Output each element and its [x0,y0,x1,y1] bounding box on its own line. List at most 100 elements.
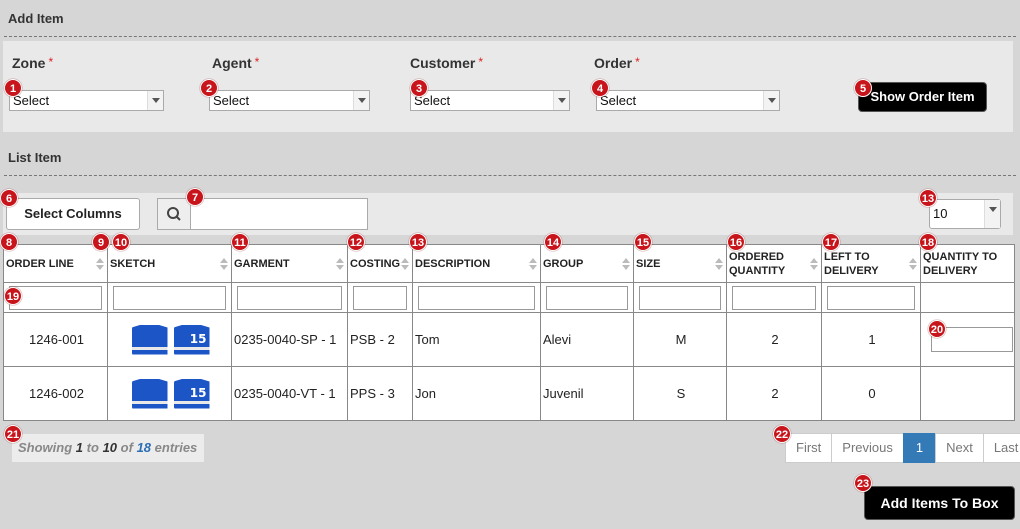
sort-icon [96,258,104,270]
column-header-garment[interactable]: GARMENT [231,244,348,283]
pager-page-1[interactable]: 1 [902,433,937,463]
filter-description-input[interactable] [418,285,535,310]
chevron-down-icon [147,91,163,110]
order-label: Order * [594,55,640,71]
shirt-back-icon: 15 [173,378,210,409]
filter-size-input[interactable] [639,285,721,310]
annotation-badge: 8 [0,233,18,251]
annotation-badge: 14 [544,233,562,251]
annotation-badge: 1 [4,79,22,97]
cell-ordered-quantity: 2 [726,366,822,421]
annotation-badge: 12 [347,233,365,251]
cell-quantity-to-delivery [920,366,1015,421]
show-order-item-button[interactable]: Show Order Item [858,82,987,112]
filter-order-line-input[interactable] [9,285,102,310]
table-row: 1246-002 15 0235-0040-VT - 1 PPS - 3 Jon… [3,366,1015,421]
column-header-description[interactable]: DESCRIPTION [412,244,541,283]
filter-row [3,282,1015,313]
annotation-badge: 19 [4,287,22,305]
cell-ordered-quantity: 2 [726,312,822,367]
list-item-title: List Item [8,150,62,165]
column-header-size[interactable]: SIZE [633,244,727,283]
items-table: ORDER LINE SKETCH GARMENT COSTING DESCRI… [3,244,1015,421]
cell-order-line: 1246-001 [3,312,108,367]
annotation-badge: 5 [854,79,872,97]
annotation-badge: 10 [112,233,130,251]
table-header-row: ORDER LINE SKETCH GARMENT COSTING DESCRI… [3,244,1015,283]
column-header-order-line[interactable]: ORDER LINE [3,244,108,283]
sort-icon [401,258,409,270]
customer-select[interactable]: Select [410,90,570,111]
sort-icon [529,258,537,270]
sketch-image: 15 [110,320,231,360]
annotation-badge: 18 [919,233,937,251]
pager-previous[interactable]: Previous [831,433,904,463]
cell-description: Tom [412,312,541,367]
cell-left-to-delivery: 1 [821,312,921,367]
annotation-badge: 3 [410,79,428,97]
customer-label: Customer * [410,55,484,71]
cell-description: Jon [412,366,541,421]
filter-group-input[interactable] [546,285,628,310]
annotation-badge: 16 [727,233,745,251]
table-info: Showing 1 to 10 of 18 entries [12,434,204,462]
chevron-down-icon [763,91,779,110]
cell-group: Alevi [540,312,634,367]
chevron-down-icon [984,200,1000,228]
annotation-badge: 17 [822,233,840,251]
filter-sketch-input[interactable] [113,285,226,310]
annotation-badge: 21 [4,425,22,443]
filter-costing-input[interactable] [353,285,407,310]
cell-size: M [633,312,727,367]
annotation-badge: 15 [634,233,652,251]
search-button[interactable] [157,198,191,230]
pager-next[interactable]: Next [935,433,984,463]
column-header-quantity-to-delivery: QUANTITY TO DELIVERY [920,244,1015,283]
annotation-badge: 2 [200,79,218,97]
shirt-back-icon: 15 [173,324,210,355]
annotation-badge: 20 [928,320,946,338]
add-item-title: Add Item [8,11,64,26]
column-header-left-to-delivery[interactable]: LEFT TO DELIVERY [821,244,921,283]
divider [4,36,1016,37]
zone-select[interactable]: Select [9,90,164,111]
cell-size: S [633,366,727,421]
annotation-badge: 9 [92,233,110,251]
filter-ordered-quantity-input[interactable] [732,285,816,310]
sort-icon [909,258,917,270]
pagination: First Previous 1 Next Last [785,433,1020,463]
pager-first[interactable]: First [785,433,833,463]
sketch-image: 15 [110,374,231,414]
pager-last[interactable]: Last [982,433,1020,463]
cell-costing: PPS - 3 [347,366,413,421]
column-header-sketch[interactable]: SKETCH [107,244,232,283]
sort-icon [715,258,723,270]
search-input[interactable] [190,198,368,230]
annotation-badge: 7 [186,188,204,206]
sort-icon [622,258,630,270]
cell-garment: 0235-0040-VT - 1 [231,366,348,421]
sort-icon [810,258,818,270]
filter-left-to-delivery-input[interactable] [827,285,915,310]
add-items-to-box-button[interactable]: Add Items To Box [864,486,1015,520]
agent-select[interactable]: Select [209,90,370,111]
shirt-front-icon [131,324,168,355]
sort-icon [220,258,228,270]
sort-icon [336,258,344,270]
cell-costing: PSB - 2 [347,312,413,367]
filter-garment-input[interactable] [237,285,342,310]
order-select[interactable]: Select [596,90,780,111]
shirt-front-icon [131,378,168,409]
chevron-down-icon [353,91,369,110]
page-size-select[interactable]: 10 [929,199,1001,229]
annotation-badge: 4 [591,79,609,97]
annotation-badge: 13 [919,189,937,207]
select-columns-button[interactable]: Select Columns [6,198,140,230]
cell-left-to-delivery: 0 [821,366,921,421]
cell-sketch: 15 [107,366,232,421]
agent-label: Agent * [212,55,260,71]
zone-label: Zone * [12,55,54,71]
column-header-ordered-quantity[interactable]: ORDERED QUANTITY [726,244,822,283]
annotation-badge: 6 [0,189,18,207]
annotation-badge: 11 [231,233,249,251]
